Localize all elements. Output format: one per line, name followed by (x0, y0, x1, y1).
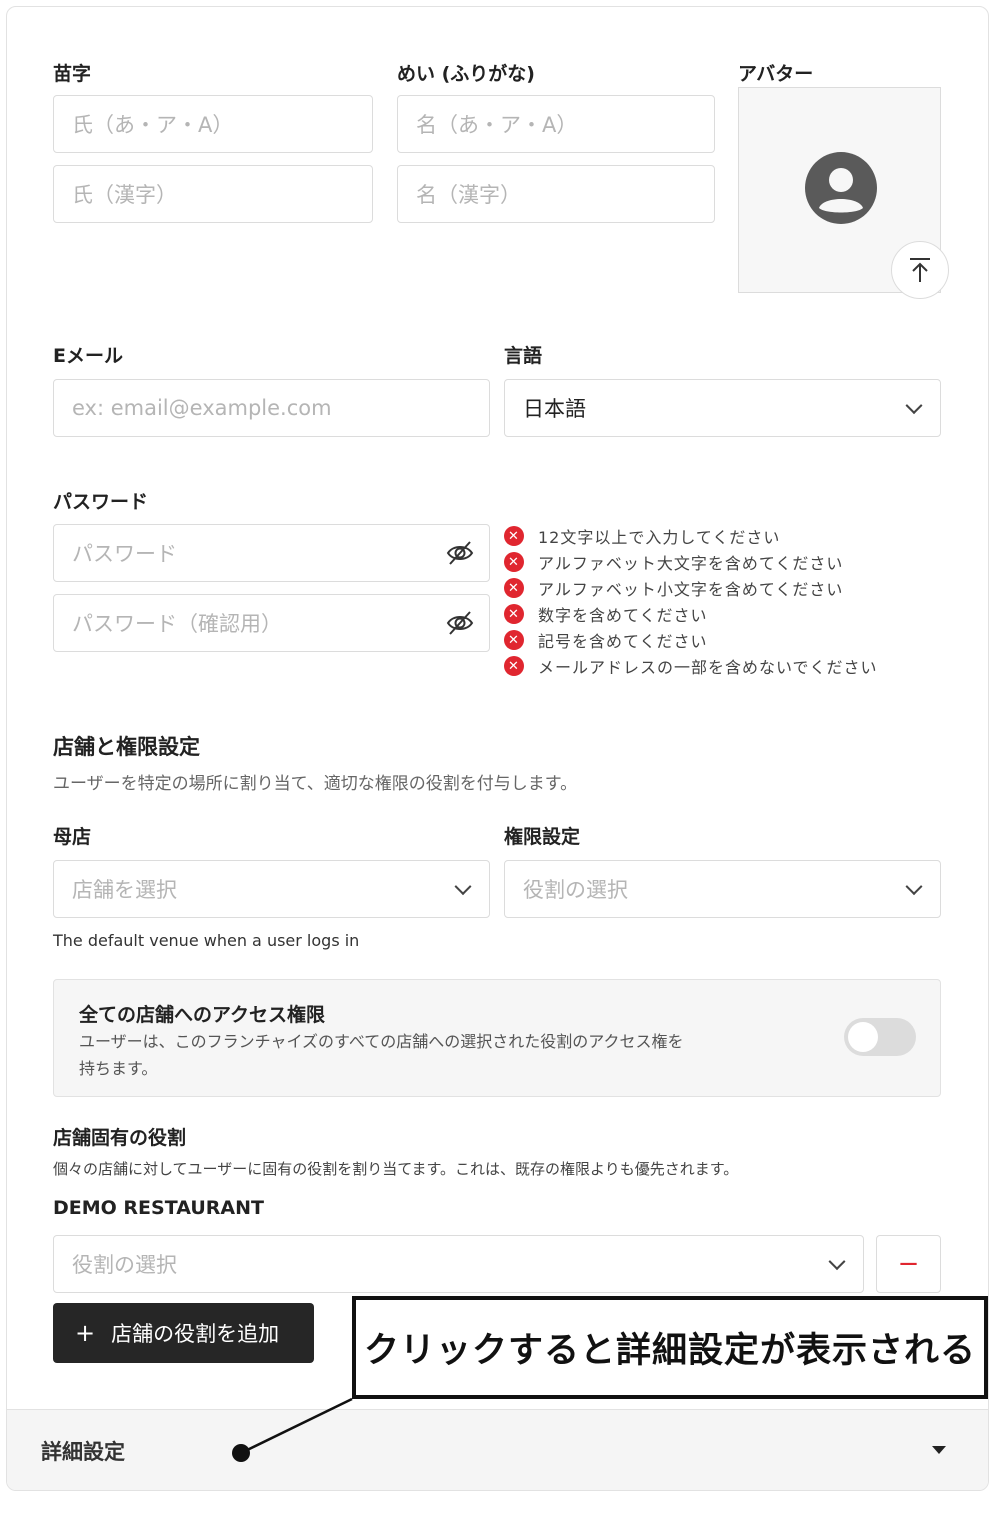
role-placeholder: 役割の選択 (523, 878, 628, 902)
venue-role-placeholder: 役割の選択 (72, 1253, 177, 1277)
email-label: Eメール (53, 345, 123, 367)
avatar-upload-button[interactable] (891, 241, 949, 299)
language-select[interactable]: 日本語 (504, 379, 941, 437)
venue-roles-title: 店舗固有の役割 (53, 1127, 187, 1149)
password-rule: ✕ 12文字以上で入力してください (504, 523, 878, 549)
add-venue-role-label: 店舗の役割を追加 (111, 1322, 280, 1346)
advanced-settings-toggle[interactable]: 詳細設定 (7, 1409, 988, 1490)
error-x-icon: ✕ (504, 578, 524, 598)
surname-label: 苗字 (53, 63, 92, 85)
remove-venue-role-button[interactable]: − (876, 1235, 941, 1293)
password-confirm-placeholder: パスワード（確認用） (72, 612, 282, 636)
caret-down-icon (932, 1446, 946, 1454)
password-rule: ✕ アルファベット大文字を含めてください (504, 549, 878, 575)
error-x-icon: ✕ (504, 604, 524, 624)
language-label: 言語 (504, 345, 543, 367)
given-kanji-input[interactable]: 名（漢字） (397, 165, 715, 223)
upload-icon (910, 258, 930, 282)
error-x-icon: ✕ (504, 526, 524, 546)
chevron-down-icon (454, 878, 472, 896)
venue-permissions-title: 店舗と権限設定 (53, 735, 200, 759)
home-venue-select[interactable]: 店舗を選択 (53, 860, 490, 918)
all-access-description-line1: ユーザーは、このフランチャイズのすべての店舗への選択された役割のアクセス権を (79, 1032, 684, 1051)
surname-kana-placeholder: 氏（あ・ア・A） (72, 113, 234, 137)
venue-name: DEMO RESTAURANT (53, 1197, 264, 1219)
email-input[interactable]: ex: email@example.com (53, 379, 490, 437)
given-kana-input[interactable]: 名（あ・ア・A） (397, 95, 715, 153)
venue-role-select[interactable]: 役割の選択 (53, 1235, 864, 1293)
given-name-label: めい (ふりがな) (397, 63, 535, 85)
eye-off-icon[interactable] (445, 608, 475, 638)
surname-kanji-placeholder: 氏（漢字） (72, 183, 177, 207)
all-venues-access-panel: 全ての店舗へのアクセス権限 ユーザーは、このフランチャイズのすべての店舗への選択… (53, 979, 941, 1097)
role-label: 権限設定 (504, 826, 581, 848)
given-kana-placeholder: 名（あ・ア・A） (416, 113, 578, 137)
chevron-down-icon (905, 397, 923, 415)
chevron-down-icon (828, 1253, 846, 1271)
error-x-icon: ✕ (504, 630, 524, 650)
eye-off-icon[interactable] (445, 538, 475, 568)
password-confirm-input[interactable]: パスワード（確認用） (53, 594, 490, 652)
password-rule: ✕ アルファベット小文字を含めてください (504, 575, 878, 601)
toggle-knob (848, 1022, 878, 1052)
avatar-label: アバター (738, 63, 814, 85)
language-value: 日本語 (523, 397, 586, 421)
home-venue-label: 母店 (53, 826, 92, 848)
venue-roles-description: 個々の店舗に対してユーザーに固有の役割を割り当てます。これは、既存の権限よりも優… (53, 1160, 739, 1178)
role-select[interactable]: 役割の選択 (504, 860, 941, 918)
password-label: パスワード (53, 491, 149, 513)
password-rule: ✕ 記号を含めてください (504, 627, 878, 653)
plus-icon: + (75, 1319, 96, 1347)
default-venue-note: The default venue when a user logs in (53, 931, 360, 950)
callout-text: クリックすると詳細設定が表示される (363, 1331, 976, 1371)
user-avatar-icon (805, 152, 877, 224)
error-x-icon: ✕ (504, 656, 524, 676)
advanced-settings-label: 詳細設定 (41, 1440, 125, 1464)
user-form-card: 苗字 めい (ふりがな) アバター 氏（あ・ア・A） 名（あ・ア・A） 氏（漢字… (6, 6, 989, 1491)
add-venue-role-button[interactable]: + 店舗の役割を追加 (53, 1303, 314, 1363)
all-access-description-line2: 持ちます。 (79, 1059, 158, 1078)
surname-kanji-input[interactable]: 氏（漢字） (53, 165, 373, 223)
password-rule: ✕ 数字を含めてください (504, 601, 878, 627)
chevron-down-icon (905, 878, 923, 896)
password-input[interactable]: パスワード (53, 524, 490, 582)
error-x-icon: ✕ (504, 552, 524, 572)
minus-icon: − (897, 1249, 920, 1279)
all-access-toggle[interactable] (844, 1018, 916, 1056)
password-rules-list: ✕ 12文字以上で入力してください ✕ アルファベット大文字を含めてください ✕ アル… (504, 523, 878, 679)
annotation-callout: クリックすると詳細設定が表示される (352, 1296, 988, 1399)
venue-permissions-description: ユーザーを特定の場所に割り当て、適切な権限の役割を付与します。 (53, 774, 578, 794)
home-venue-placeholder: 店舗を選択 (72, 878, 177, 902)
given-kanji-placeholder: 名（漢字） (416, 183, 521, 207)
surname-kana-input[interactable]: 氏（あ・ア・A） (53, 95, 373, 153)
all-access-title: 全ての店舗へのアクセス権限 (79, 1004, 326, 1026)
password-placeholder: パスワード (72, 542, 177, 566)
email-placeholder: ex: email@example.com (72, 396, 332, 420)
password-rule: ✕ メールアドレスの一部を含めないでください (504, 653, 878, 679)
